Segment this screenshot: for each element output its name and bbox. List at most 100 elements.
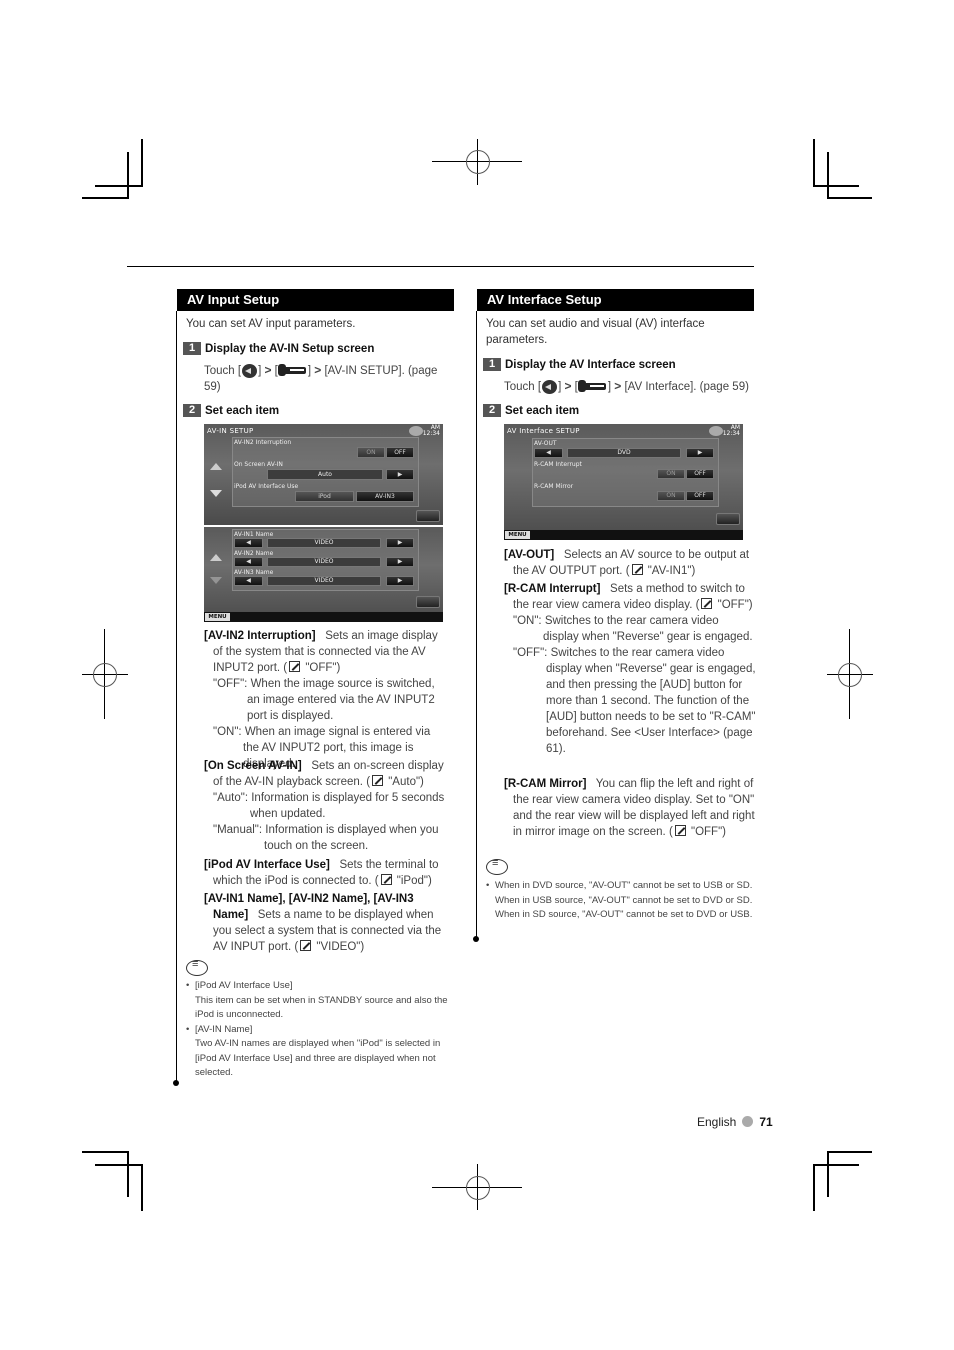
page-footer: English 71 [697, 1115, 773, 1129]
clock: AM 12:34 [722, 424, 740, 437]
row-label-r-cam-mirror: R-CAM Mirror [534, 483, 574, 490]
intro-text: You can set AV input parameters. [186, 318, 356, 330]
menu-button[interactable]: MENU [505, 531, 530, 539]
default-value-icon [674, 825, 686, 836]
av-in2-interruption-off-button[interactable]: OFF [386, 447, 414, 458]
note-item: When in DVD source, "AV-OUT" cannot be s… [486, 879, 756, 923]
av-in-names-screen: AV-IN1 Name ◀ VIDEO ▶ AV-IN2 Name ◀ VIDE… [204, 527, 443, 622]
header-rule [127, 266, 754, 267]
step-number: 1 [483, 358, 501, 372]
row-label-av-in2-name: AV-IN2 Name [234, 550, 274, 557]
row-label-on-screen-av-in: On Screen AV-IN [234, 461, 283, 468]
step-title: Display the AV Interface screen [505, 359, 676, 371]
item-av-in-names: [AV-IN1 Name], [AV-IN2 Name], [AV-IN3 Na… [204, 893, 442, 953]
av-in2-prev-button[interactable]: ◀ [234, 557, 263, 567]
default-value-icon [631, 564, 643, 575]
section-bracket-line [476, 311, 477, 939]
default-value-icon [372, 775, 384, 786]
step-title: Set each item [505, 405, 580, 417]
av-in1-next-button[interactable]: ▶ [386, 538, 414, 548]
av-in2-name-value: VIDEO [267, 557, 381, 567]
scroll-down-icon[interactable] [210, 490, 222, 497]
note-item: [iPod AV Interface Use]This item can be … [186, 979, 448, 1023]
r-cam-interrupt-off-button[interactable]: OFF [686, 469, 714, 479]
screen-title: AV Interface SETUP [507, 427, 580, 435]
r-cam-interrupt-on-button[interactable]: ON [657, 469, 685, 479]
step-2-heading: 2 Set each item [183, 404, 279, 418]
note-item: [AV-IN Name]Two AV-IN names are displaye… [186, 1023, 448, 1081]
row-label-ipod-av-interface-use: iPod AV Interface Use [234, 483, 299, 490]
page-number: 71 [759, 1115, 773, 1129]
step-number: 2 [183, 404, 201, 418]
av-in3-prev-button[interactable]: ◀ [234, 576, 263, 586]
menu-bar [504, 530, 743, 540]
av-in3-next-button[interactable]: ▶ [386, 576, 414, 586]
memo-note-icon [186, 958, 208, 976]
row-label-av-out: AV-OUT [534, 440, 557, 447]
av-out-value: DVD [567, 448, 681, 458]
step-2-heading: 2 Set each item [483, 404, 579, 418]
touch-menu-icon [242, 363, 258, 378]
clock: AM 12:34 [422, 424, 440, 437]
section-end-dot [473, 936, 479, 942]
menu-button[interactable]: MENU [205, 613, 230, 621]
menu-bar [204, 612, 443, 622]
default-value-icon [380, 874, 392, 885]
item-av-in2-interruption: [AV-IN2 Interruption] Sets an image disp… [204, 630, 438, 770]
r-cam-mirror-off-button[interactable]: OFF [686, 491, 714, 501]
memo-note-icon [486, 857, 508, 875]
av-in-setup-screen: AV-IN SETUP AM 12:34 AV-IN2 Interruption … [204, 424, 443, 525]
names-panel: AV-IN1 Name ◀ VIDEO ▶ AV-IN2 Name ◀ VIDE… [232, 529, 419, 591]
footer-language: English [697, 1115, 737, 1129]
row-label-av-in1-name: AV-IN1 Name [234, 531, 274, 538]
section-title-av-input-setup: AV Input Setup [177, 289, 454, 311]
on-screen-av-in-value: Auto [267, 469, 383, 480]
step-title: Display the AV-IN Setup screen [205, 343, 375, 355]
r-cam-mirror-on-button[interactable]: ON [657, 491, 685, 501]
right-notes: When in DVD source, "AV-OUT" cannot be s… [486, 879, 756, 923]
row-label-av-in2-interruption: AV-IN2 Interruption [234, 439, 292, 446]
scroll-up-icon[interactable] [210, 463, 222, 470]
item-r-cam-mirror: [R-CAM Mirror] You can flip the left and… [504, 778, 755, 838]
globe-icon[interactable] [709, 426, 723, 436]
section-title-av-interface-setup: AV Interface Setup [477, 289, 754, 311]
section-end-dot [173, 1080, 179, 1086]
step-title: Set each item [205, 405, 280, 417]
av-out-prev-button[interactable]: ◀ [534, 448, 563, 458]
wrench-setup-icon [277, 364, 306, 377]
settings-panel: AV-OUT ◀ DVD ▶ R-CAM Interrupt ON OFF R-… [532, 438, 719, 507]
av-interface-setup-screen: AV Interface SETUP AM 12:34 AV-OUT ◀ DVD … [504, 424, 743, 540]
av-in1-prev-button[interactable]: ◀ [234, 538, 263, 548]
av-in2-interruption-on-button[interactable]: ON [357, 447, 385, 458]
av-in1-name-value: VIDEO [267, 538, 381, 548]
scroll-down-icon[interactable] [210, 577, 222, 584]
on-screen-av-in-next-button[interactable]: ▶ [386, 469, 414, 480]
step-number: 1 [183, 342, 201, 356]
default-value-icon [701, 598, 713, 609]
item-ipod-av-interface-use: [iPod AV Interface Use] Sets the termina… [204, 859, 439, 887]
left-notes: [iPod AV Interface Use]This item can be … [186, 979, 448, 1081]
step-1-heading: 1 Display the AV-IN Setup screen [183, 342, 374, 356]
touch-menu-icon [542, 379, 558, 394]
item-on-screen-av-in: [On Screen AV-IN] Sets an on-screen disp… [204, 760, 445, 852]
default-value-icon [289, 661, 301, 672]
row-label-r-cam-interrupt: R-CAM Interrupt [534, 461, 582, 468]
step-1-instruction: Touch [] > [] > [AV-IN SETUP]. (page 59) [204, 363, 438, 393]
av-in2-next-button[interactable]: ▶ [386, 557, 414, 567]
section-bracket-line [176, 311, 177, 1083]
ipod-option-button[interactable]: iPod [295, 491, 354, 502]
intro-text: You can set audio and visual (AV) interf… [486, 318, 705, 346]
back-button[interactable] [416, 510, 440, 522]
default-value-icon [300, 940, 312, 951]
back-button[interactable] [416, 596, 440, 608]
av-in3-option-button[interactable]: AV-IN3 [356, 491, 414, 502]
step-1-instruction: Touch [] > [] > [AV Interface]. (page 59… [504, 379, 749, 394]
scroll-up-icon[interactable] [210, 554, 222, 561]
item-r-cam-interrupt: [R-CAM Interrupt] Sets a method to switc… [504, 583, 756, 755]
footer-dot-icon [742, 1116, 754, 1127]
back-button[interactable] [716, 513, 740, 525]
globe-icon[interactable] [409, 426, 423, 436]
settings-panel: AV-IN2 Interruption ON OFF On Screen AV-… [232, 437, 419, 507]
av-in3-name-value: VIDEO [267, 576, 381, 586]
av-out-next-button[interactable]: ▶ [686, 448, 714, 458]
